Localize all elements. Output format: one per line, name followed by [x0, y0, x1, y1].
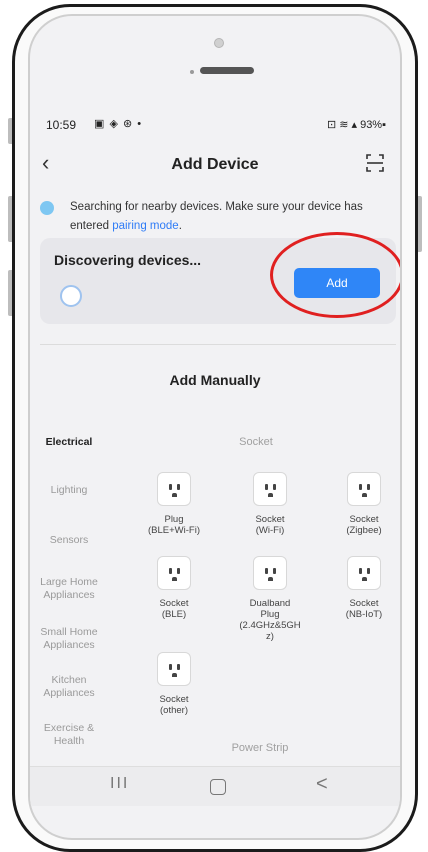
product-label: Socket (Wi-Fi): [255, 514, 285, 536]
category-electrical[interactable]: Electrical: [30, 436, 108, 449]
search-notice-text: Searching for nearby devices. Make sure …: [70, 198, 400, 236]
product-label: Socket (other): [159, 694, 189, 716]
socket-icon: [253, 472, 287, 506]
android-nav-bar: III <: [30, 766, 400, 806]
highlight-circle: [270, 232, 400, 318]
bluetooth-search-icon: [40, 201, 54, 215]
category-sensors[interactable]: Sensors: [30, 534, 108, 547]
app-header: ‹ Add Device: [30, 146, 400, 186]
socket-icon: [157, 556, 191, 590]
socket-icon: [157, 652, 191, 686]
socket-icon: [347, 472, 381, 506]
section-power-strip: Power Strip: [231, 742, 289, 754]
product-tile[interactable]: Socket (Zigbee): [324, 472, 400, 536]
product-label: Socket (Zigbee): [346, 514, 382, 536]
camera-icon: [214, 38, 224, 48]
category-lighting[interactable]: Lighting: [30, 484, 108, 497]
category-exercise-health[interactable]: Exercise & Health: [30, 722, 108, 748]
product-tile[interactable]: Plug (BLE+Wi-Fi): [134, 472, 214, 536]
product-tile[interactable]: Socket (Wi-Fi): [230, 472, 310, 536]
product-tile[interactable]: Socket (other): [134, 652, 214, 716]
status-right-icons: ⊡ ≋ ▴ 93%▪: [326, 119, 386, 131]
add-manually-title: Add Manually: [169, 372, 261, 388]
category-kitchen-appliances[interactable]: Kitchen Appliances: [30, 674, 108, 700]
product-label: Socket (BLE): [159, 598, 189, 620]
nav-back-icon[interactable]: <: [316, 773, 328, 796]
phone-screen: 10:59 ▣ ◈ ⊛ • ⊡ ≋ ▴ 93%▪ ‹ Add Device Se…: [28, 14, 402, 840]
loading-spinner-icon: [60, 285, 82, 307]
discovery-title: Discovering devices...: [54, 252, 202, 268]
speaker-grille: [200, 67, 254, 74]
product-tile[interactable]: Socket (NB-IoT): [324, 556, 400, 620]
sensor-dot: [190, 70, 194, 74]
product-label: Plug (BLE+Wi-Fi): [148, 514, 200, 536]
status-time: 10:59: [46, 118, 77, 132]
recent-apps-icon[interactable]: III: [110, 775, 129, 793]
socket-icon: [157, 472, 191, 506]
socket-icon: [253, 556, 287, 590]
search-notice-suffix: .: [178, 220, 182, 232]
product-label: Socket (NB-IoT): [345, 598, 383, 620]
product-tile[interactable]: Dualband Plug (2.4GHz&5GH z): [230, 556, 310, 642]
product-label: Dualband Plug (2.4GHz&5GH z): [239, 598, 301, 642]
category-small-home-appliances[interactable]: Small Home Appliances: [30, 626, 108, 652]
category-large-home-appliances[interactable]: Large Home Appliances: [30, 576, 108, 602]
divider: [40, 344, 396, 345]
page-title: Add Device: [171, 156, 259, 173]
notification-icons: ▣ ◈ ⊛ •: [94, 118, 143, 130]
home-icon[interactable]: [210, 779, 226, 795]
status-bar: 10:59 ▣ ◈ ⊛ • ⊡ ≋ ▴ 93%▪: [30, 116, 400, 136]
pairing-mode-link[interactable]: pairing mode: [112, 220, 178, 232]
scan-icon[interactable]: [366, 154, 384, 172]
product-tile[interactable]: Socket (BLE): [134, 556, 214, 620]
socket-icon: [347, 556, 381, 590]
section-socket: Socket: [239, 436, 273, 448]
